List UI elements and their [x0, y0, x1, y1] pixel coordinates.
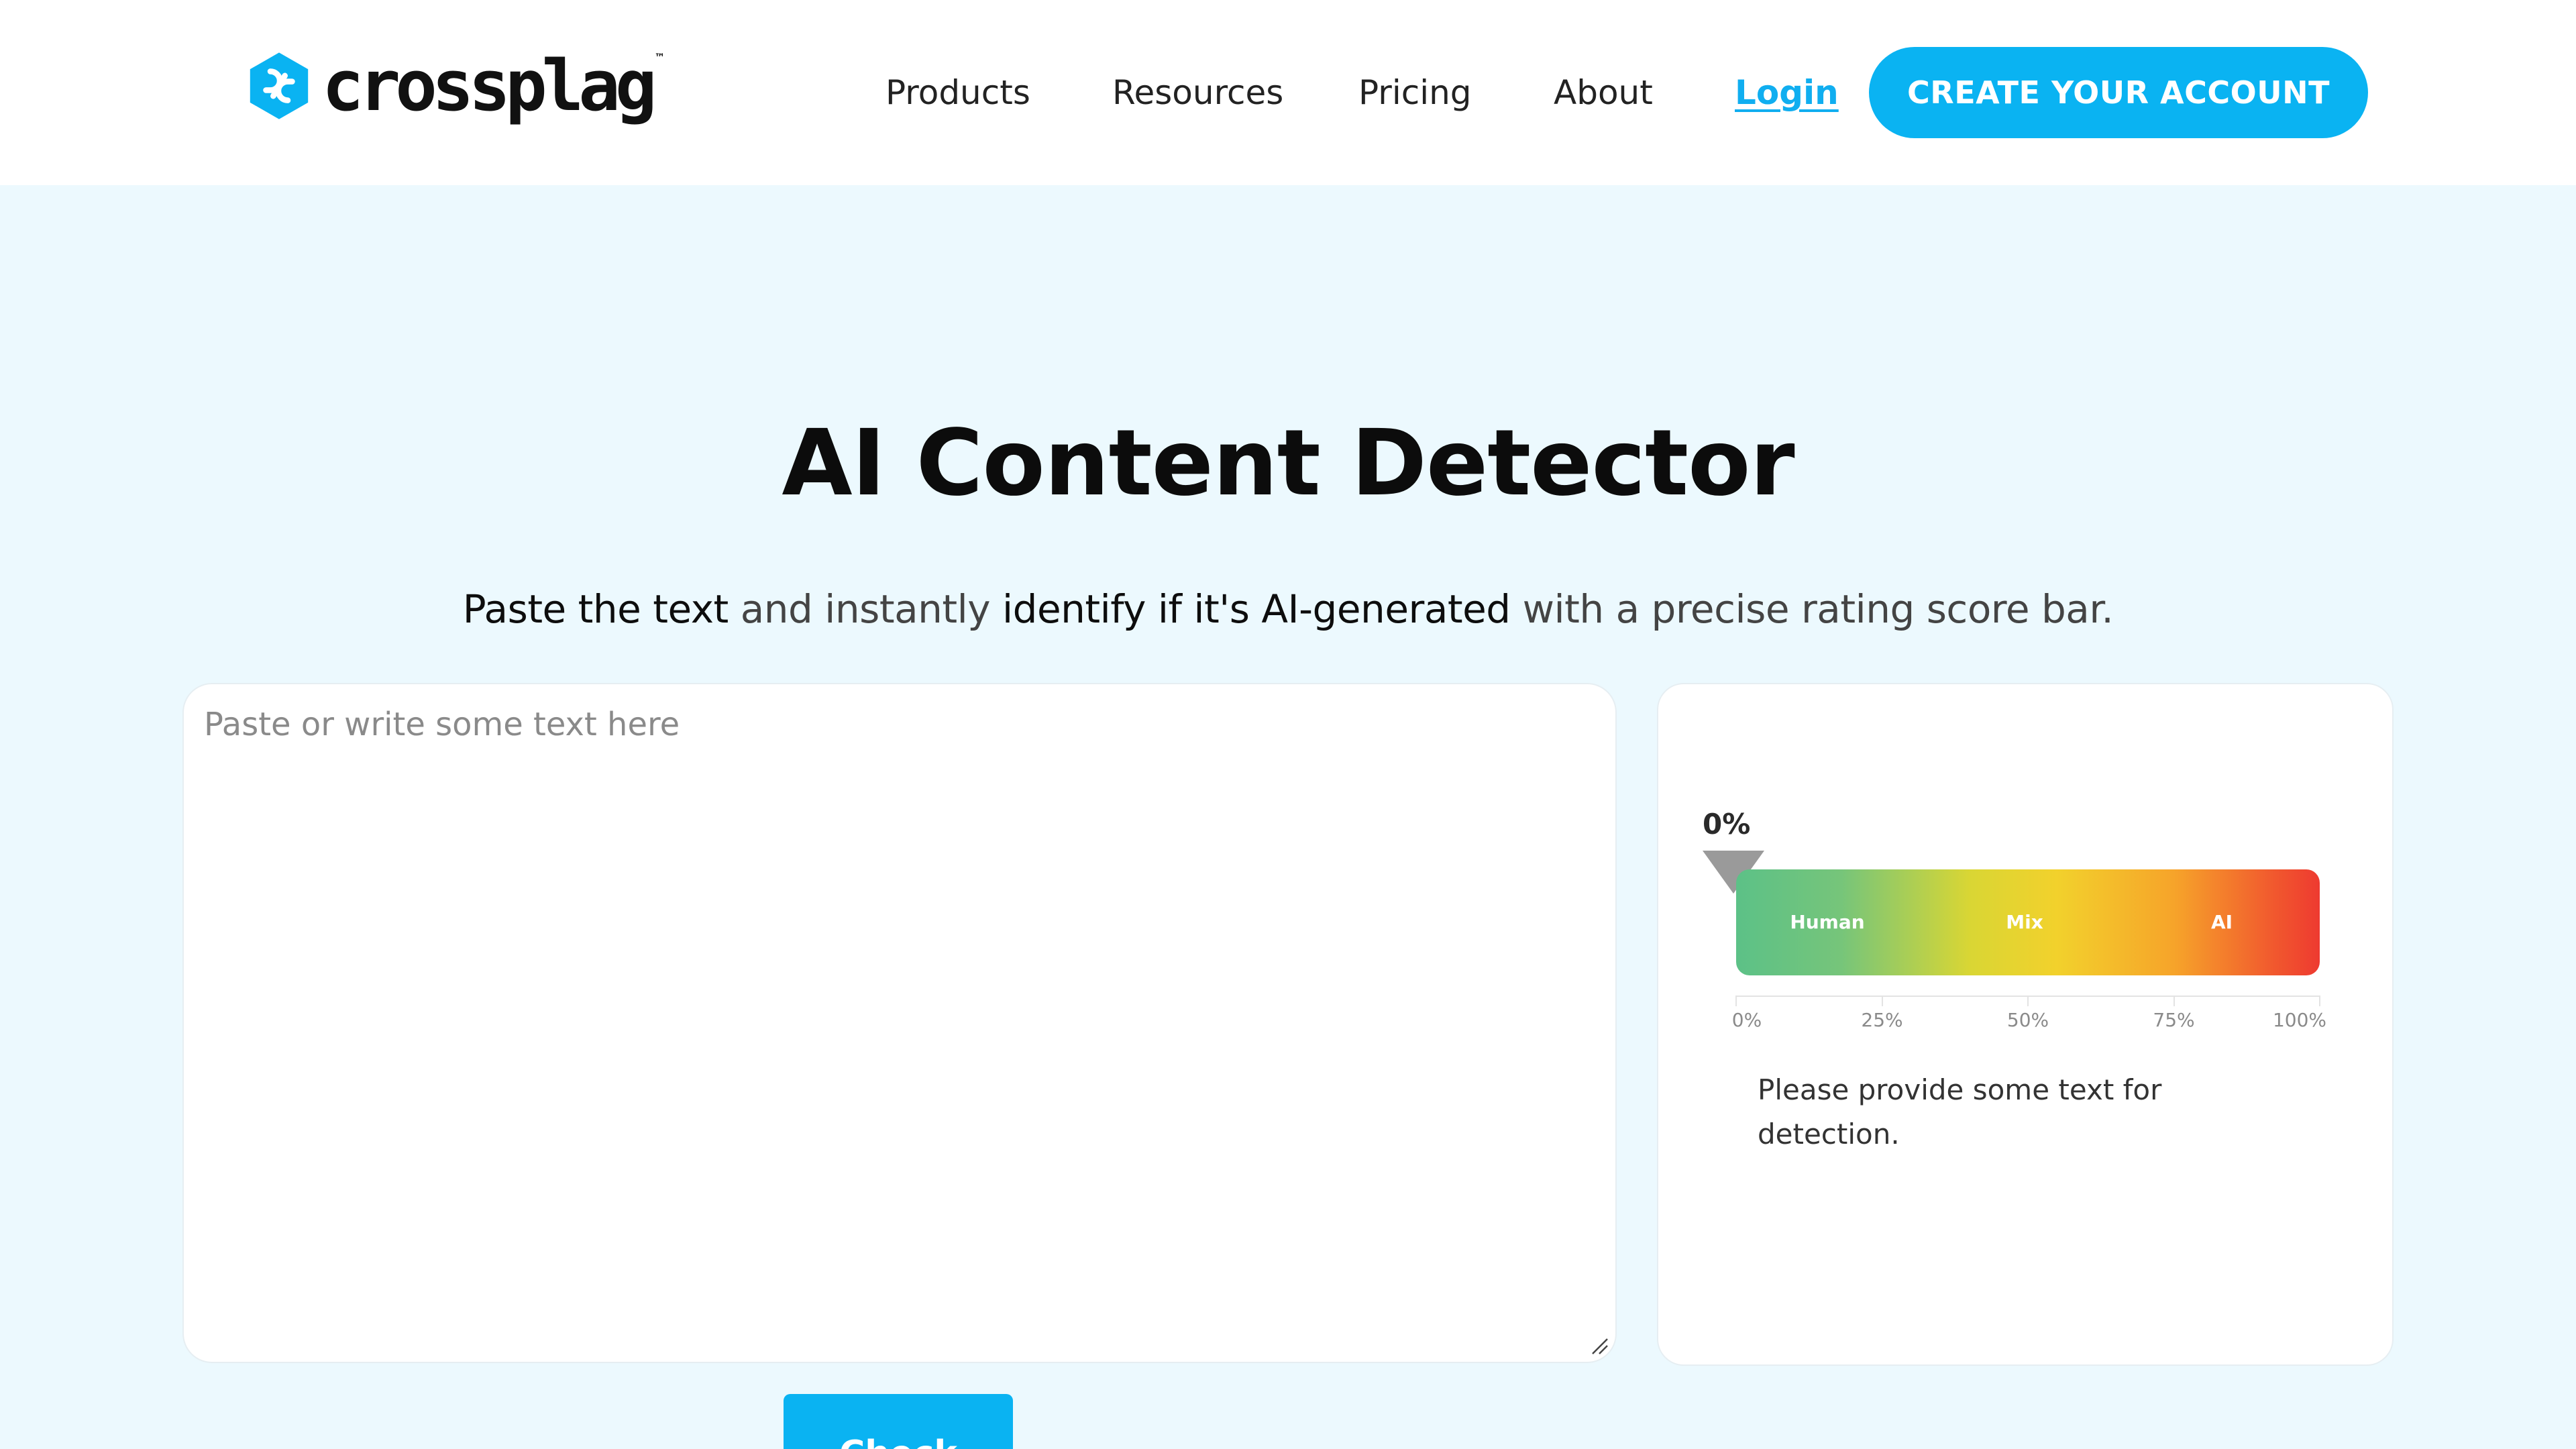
- scale-tick-label: 50%: [2006, 1009, 2049, 1031]
- brand-name: crossplag: [322, 45, 657, 127]
- site-header: crossplag ™ Products Resources Pricing A…: [0, 0, 2576, 185]
- result-card: 0% Human Mix AI 0% 25% 50% 75% 100% Please p…: [1657, 683, 2394, 1366]
- zone-label-ai: AI: [2210, 911, 2233, 933]
- scale-tick: [2173, 996, 2175, 1006]
- scale-tick-label: 25%: [1861, 1009, 1903, 1031]
- scale-tick: [1881, 996, 1883, 1006]
- crossplag-logo-icon: [250, 52, 309, 119]
- trademark-symbol: ™: [654, 51, 665, 64]
- text-input-card: [182, 683, 1617, 1363]
- subtitle-text-2: with a precise rating score bar.: [1510, 586, 2114, 632]
- nav-resources[interactable]: Resources: [1112, 73, 1283, 112]
- page-title: AI Content Detector: [782, 411, 1794, 517]
- scale-tick-label: 0%: [1731, 1009, 1762, 1031]
- status-message: Please provide some text for detection.: [1758, 1073, 2162, 1150]
- score-scale: 0% 25% 50% 75% 100%: [1732, 982, 2326, 1031]
- zone-label-mix: Mix: [2006, 911, 2043, 933]
- subtitle-emphasis-1: Paste the text: [462, 586, 729, 632]
- scale-tick: [2027, 996, 2029, 1006]
- scale-tick: [2319, 996, 2320, 1006]
- check-button[interactable]: Check: [784, 1394, 1013, 1449]
- page-subtitle: Paste the text and instantly identify if…: [0, 586, 2576, 632]
- score-bar: Human Mix AI: [1736, 869, 2320, 975]
- subtitle-text-1: and instantly: [728, 586, 1003, 632]
- scale-tick: [1735, 996, 1737, 1006]
- score-percentage: 0%: [1703, 808, 1751, 841]
- create-account-button[interactable]: CREATE YOUR ACCOUNT: [1869, 47, 2368, 138]
- login-link[interactable]: Login: [1735, 73, 1839, 112]
- scale-tick-label: 75%: [2153, 1009, 2195, 1031]
- nav-pricing[interactable]: Pricing: [1358, 73, 1472, 112]
- brand-logo[interactable]: crossplag ™: [243, 45, 665, 127]
- scale-tick-label: 100%: [2272, 1009, 2327, 1031]
- nav-about[interactable]: About: [1554, 73, 1653, 112]
- subtitle-emphasis-2: identify if it's AI-generated: [1002, 586, 1511, 632]
- text-input[interactable]: [184, 684, 1615, 1362]
- zone-label-human: Human: [1790, 911, 1865, 933]
- resize-handle-icon[interactable]: [1589, 1335, 1609, 1355]
- nav-products[interactable]: Products: [885, 73, 1030, 112]
